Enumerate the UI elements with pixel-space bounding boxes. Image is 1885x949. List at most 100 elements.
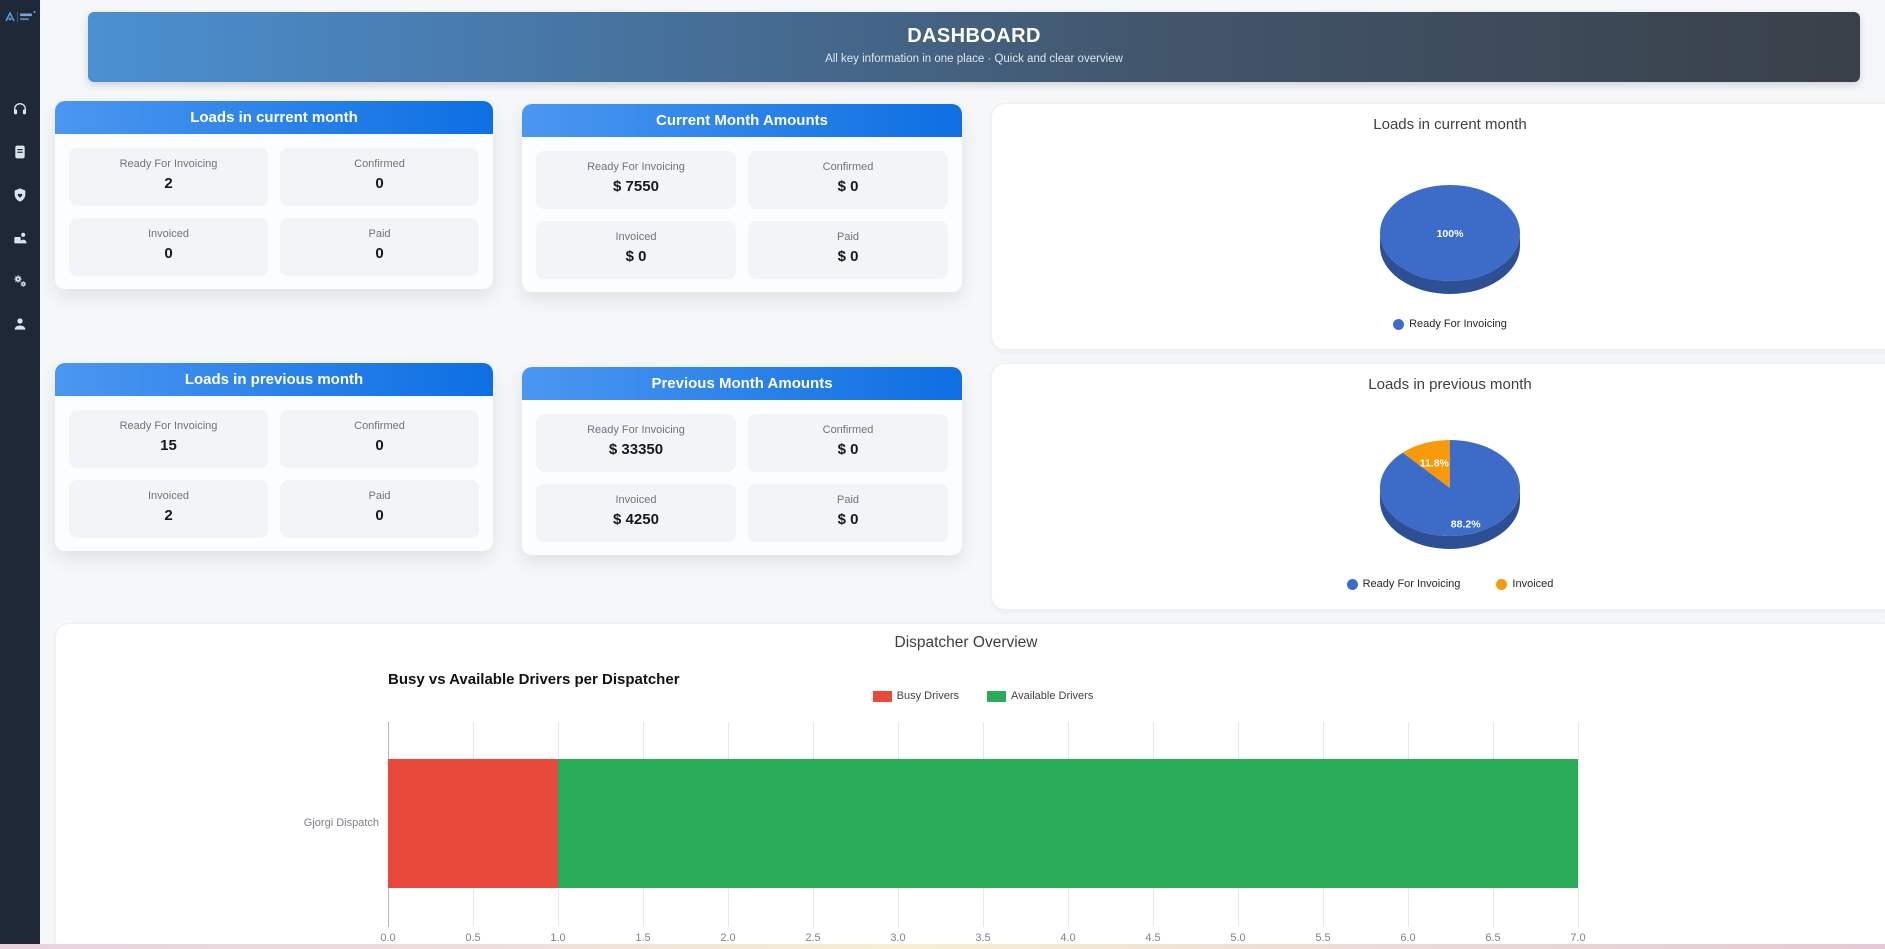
stat-value: $ 0 bbox=[748, 178, 948, 195]
stat-label: Invoiced bbox=[69, 228, 268, 240]
shield-heart-icon bbox=[12, 187, 28, 203]
x-tick-label: 6.5 bbox=[1485, 932, 1500, 944]
stat-tile: Ready For Invoicing $ 7550 bbox=[536, 151, 736, 209]
legend-label: Ready For Invoicing bbox=[1363, 578, 1461, 590]
stat-tile: Paid 0 bbox=[280, 480, 479, 538]
x-tick-label: 4.0 bbox=[1060, 932, 1075, 944]
stat-tile: Invoiced $ 4250 bbox=[536, 484, 736, 542]
stat-label: Confirmed bbox=[748, 161, 948, 173]
pie-panel-previous-month: Loads in previous month 88.2%11.8% Ready… bbox=[991, 363, 1885, 610]
stat-value: $ 33350 bbox=[536, 441, 736, 458]
stat-label: Ready For Invoicing bbox=[536, 424, 736, 436]
card-previous-month-amounts: Previous Month Amounts Ready For Invoici… bbox=[522, 367, 962, 555]
stat-label: Paid bbox=[280, 228, 479, 240]
stat-tile: Confirmed $ 0 bbox=[748, 151, 948, 209]
stat-value: 0 bbox=[280, 507, 479, 524]
sidebar-nav bbox=[0, 97, 40, 336]
stat-value: 0 bbox=[280, 175, 479, 192]
bar-chart-title: Busy vs Available Drivers per Dispatcher bbox=[388, 671, 680, 688]
x-tick-label: 1.5 bbox=[635, 932, 650, 944]
stat-label: Invoiced bbox=[536, 494, 736, 506]
x-tick-label: 0.5 bbox=[465, 932, 480, 944]
x-tick-label: 4.5 bbox=[1145, 932, 1160, 944]
x-tick-label: 5.5 bbox=[1315, 932, 1330, 944]
chart-legend: Ready For Invoicing Invoiced bbox=[992, 578, 1885, 590]
x-tick-label: 7.0 bbox=[1570, 932, 1585, 944]
legend-item: Ready For Invoicing bbox=[1393, 318, 1507, 330]
x-tick-label: 2.5 bbox=[805, 932, 820, 944]
chart-title: Loads in previous month bbox=[992, 376, 1885, 393]
horizontal-scrollbar[interactable] bbox=[0, 944, 1885, 949]
card-body: Ready For Invoicing $ 33350 Confirmed $ … bbox=[522, 400, 962, 556]
card-loads-current-month: Loads in current month Ready For Invoici… bbox=[55, 101, 493, 289]
card-title: Loads in current month bbox=[55, 101, 493, 134]
sidebar-item-safety[interactable] bbox=[8, 183, 32, 207]
dashboard-banner: DASHBOARD All key information in one pla… bbox=[88, 12, 1860, 82]
stat-label: Ready For Invoicing bbox=[69, 158, 268, 170]
bar-chart-legend: Busy Drivers Available Drivers bbox=[388, 690, 1578, 702]
card-body: Ready For Invoicing 2 Confirmed 0 Invoic… bbox=[55, 134, 493, 290]
driver-box-icon bbox=[12, 230, 28, 246]
app-logo[interactable] bbox=[3, 9, 37, 27]
x-tick-label: 6.0 bbox=[1400, 932, 1415, 944]
stat-label: Paid bbox=[748, 494, 948, 506]
bar-segment-available-drivers bbox=[558, 759, 1578, 888]
card-title: Current Month Amounts bbox=[522, 104, 962, 137]
stat-value: $ 7550 bbox=[536, 178, 736, 195]
stat-tile: Ready For Invoicing 15 bbox=[69, 410, 268, 468]
legend-item: Invoiced bbox=[1496, 578, 1553, 590]
x-tick-label: 2.0 bbox=[720, 932, 735, 944]
svg-text:100%: 100% bbox=[1437, 228, 1465, 240]
headset-icon bbox=[12, 101, 28, 117]
stat-value: 0 bbox=[280, 437, 479, 454]
pie-chart-previous-month: 88.2%11.8% bbox=[1370, 438, 1530, 553]
bar-chart-plot-area: 0.00.51.01.52.02.53.03.54.04.55.05.56.06… bbox=[388, 722, 1578, 927]
pie-chart-current-month: 100% bbox=[1370, 183, 1530, 298]
sidebar-item-drivers[interactable] bbox=[8, 226, 32, 250]
stat-label: Ready For Invoicing bbox=[536, 161, 736, 173]
stat-value: 0 bbox=[69, 245, 268, 262]
stat-label: Confirmed bbox=[748, 424, 948, 436]
sidebar bbox=[0, 0, 40, 944]
legend-swatch bbox=[873, 691, 892, 702]
stat-tile: Paid $ 0 bbox=[748, 484, 948, 542]
legend-dot bbox=[1347, 579, 1358, 590]
x-tick-label: 5.0 bbox=[1230, 932, 1245, 944]
stat-value: $ 0 bbox=[748, 441, 948, 458]
legend-item: Available Drivers bbox=[987, 690, 1093, 702]
legend-item: Busy Drivers bbox=[873, 690, 959, 702]
stat-tile: Invoiced 2 bbox=[69, 480, 268, 538]
card-loads-previous-month: Loads in previous month Ready For Invoic… bbox=[55, 363, 493, 551]
stat-label: Ready For Invoicing bbox=[69, 420, 268, 432]
stat-value: $ 0 bbox=[748, 511, 948, 528]
sidebar-item-settings[interactable] bbox=[8, 269, 32, 293]
stat-value: 15 bbox=[69, 437, 268, 454]
stat-value: $ 0 bbox=[536, 248, 736, 265]
bar-segment-busy-drivers bbox=[388, 759, 558, 888]
stat-tile: Invoiced $ 0 bbox=[536, 221, 736, 279]
stat-value: $ 4250 bbox=[536, 511, 736, 528]
card-current-month-amounts: Current Month Amounts Ready For Invoicin… bbox=[522, 104, 962, 292]
stat-value: 0 bbox=[280, 245, 479, 262]
loads-board-icon bbox=[12, 144, 28, 160]
chart-legend: Ready For Invoicing bbox=[992, 318, 1885, 330]
stat-label: Invoiced bbox=[536, 231, 736, 243]
dispatcher-overview-panel: Dispatcher Overview Busy vs Available Dr… bbox=[55, 623, 1885, 949]
stat-tile: Paid $ 0 bbox=[748, 221, 948, 279]
user-profile-icon bbox=[12, 316, 28, 332]
sidebar-item-profile[interactable] bbox=[8, 312, 32, 336]
svg-text:11.8%: 11.8% bbox=[1420, 457, 1450, 469]
sidebar-item-support[interactable] bbox=[8, 97, 32, 121]
page-title: DASHBOARD bbox=[88, 25, 1860, 48]
pie-panel-current-month: Loads in current month 100% Ready For In… bbox=[991, 103, 1885, 350]
stat-label: Invoiced bbox=[69, 490, 268, 502]
pie-chart-svg: 100% bbox=[1370, 183, 1530, 298]
legend-dot bbox=[1393, 319, 1404, 330]
stat-label: Paid bbox=[280, 490, 479, 502]
stat-label: Confirmed bbox=[280, 420, 479, 432]
sidebar-item-loads[interactable] bbox=[8, 140, 32, 164]
app-root: DASHBOARD All key information in one pla… bbox=[0, 0, 1885, 949]
app-logo-icon bbox=[3, 9, 37, 25]
x-tick-label: 0.0 bbox=[380, 932, 395, 944]
stat-tile: Confirmed $ 0 bbox=[748, 414, 948, 472]
